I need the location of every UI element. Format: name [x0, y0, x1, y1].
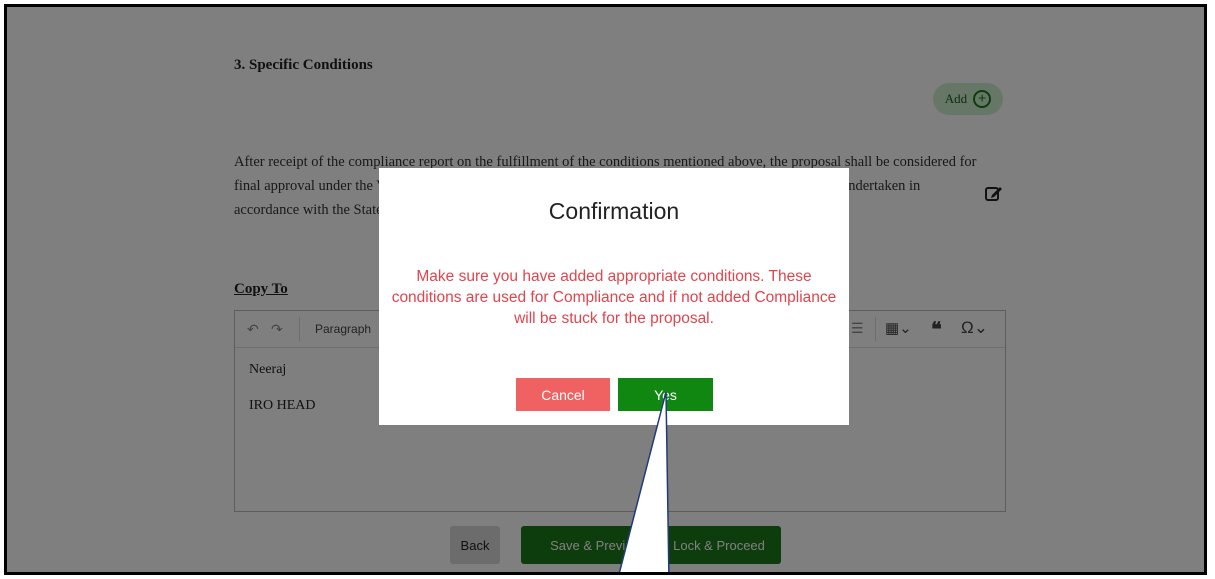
screenshot-frame: 3. Specific Conditions Add + After recei… [4, 4, 1207, 575]
pointer-callout [618, 391, 670, 572]
